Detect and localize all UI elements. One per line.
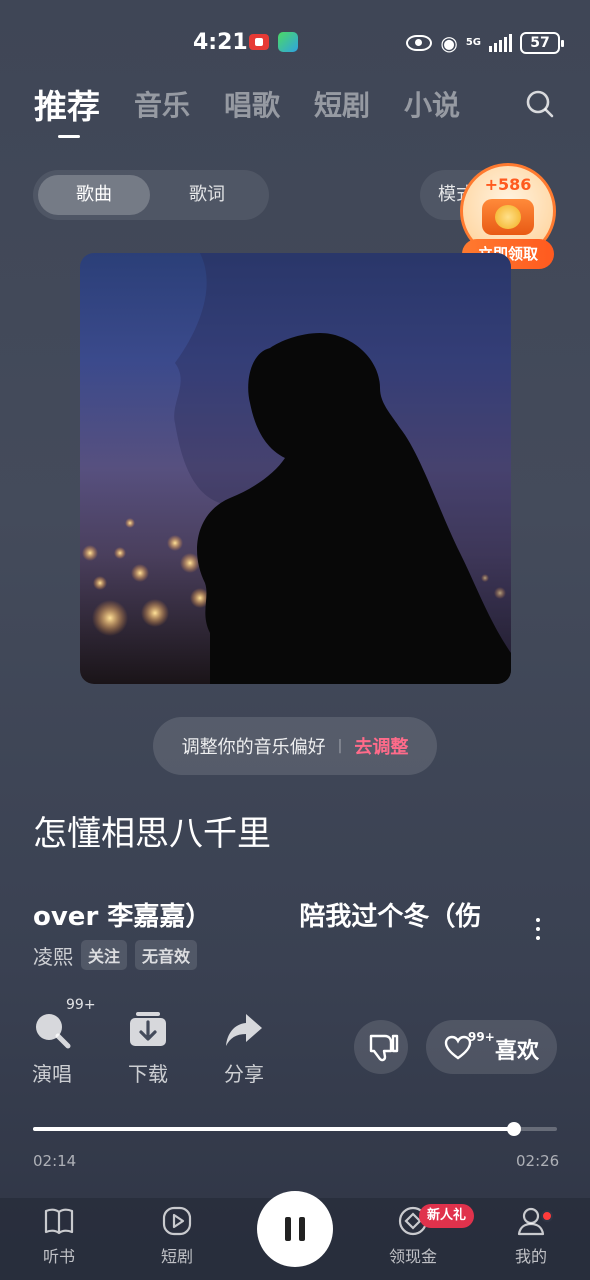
status-indicators: ◉ 5G 57 [406,30,564,56]
nav-mine-label: 我的 [514,1247,547,1266]
top-tabs: 推荐 音乐 唱歌 短剧 小说 [34,80,494,138]
nav-cash-label: 领现金 [388,1247,437,1266]
subtitle-segment: 陪我过个冬（伤 [299,902,482,932]
nav-audiobook[interactable]: 听书 [24,1205,94,1267]
newbie-gift-badge: 新人礼 [419,1204,475,1228]
sing-label: 演唱 [32,1062,72,1086]
share-button[interactable]: 分享 [214,1010,274,1087]
tab-sing[interactable]: 唱歌 [224,84,280,124]
book-icon [43,1205,75,1237]
progress-bar[interactable] [33,1122,557,1136]
total-time: 02:26 [516,1152,560,1170]
status-bar: 4:21 ◉ 5G 57 [0,0,590,80]
music-preference-pill[interactable]: 调整你的音乐偏好 | 去调整 [153,717,437,775]
preference-text: 调整你的音乐偏好 [181,737,326,758]
notification-dot [541,1210,553,1222]
more-options-icon[interactable] [530,918,546,948]
signal-icon [489,34,512,52]
adjust-link[interactable]: 去调整 [354,733,408,759]
subtitle-segment: over 李嘉嘉） [33,902,212,932]
tab-lyrics-view[interactable]: 歌词 [151,175,263,215]
song-subtitle-marquee: over 李嘉嘉） 陪我过个冬（伤 [33,896,523,940]
play-circle-icon [161,1205,193,1237]
screen-record-icon [249,34,269,50]
tab-song-view[interactable]: 歌曲 [38,175,150,215]
microphone-icon [32,1010,72,1050]
pause-icon [285,1217,291,1241]
network-type: 5G [465,37,481,48]
pause-button[interactable] [257,1191,333,1267]
tab-recommend[interactable]: 推荐 [34,80,100,138]
download-icon [128,1010,168,1050]
sing-button[interactable]: 演唱 [22,1010,82,1087]
tab-short-drama[interactable]: 短剧 [314,84,370,124]
progress-knob[interactable] [506,1122,521,1136]
nav-short-drama[interactable]: 短剧 [142,1205,212,1267]
song-title: 怎懂相思八千里 [33,814,271,854]
view-switch: 歌曲 歌词 [33,170,269,220]
app-notification-icon [278,32,298,52]
nav-mine[interactable]: 我的 [496,1205,566,1267]
artist-name[interactable]: 凌熙 [33,941,73,970]
battery-icon: 57 [520,32,564,54]
share-label: 分享 [224,1062,264,1086]
nav-short-drama-label: 短剧 [160,1247,193,1266]
like-label: 喜欢 [495,1039,540,1064]
current-time: 02:14 [33,1152,77,1170]
hotspot-icon: ◉ [440,31,458,55]
album-cover[interactable] [80,253,511,684]
download-label: 下载 [128,1062,168,1086]
share-icon [224,1010,264,1050]
reward-amount: +586 [484,175,532,194]
tab-music[interactable]: 音乐 [134,84,190,124]
sound-effect-button[interactable]: 无音效 [135,940,198,970]
download-button[interactable]: 下载 [118,1010,178,1087]
like-button[interactable]: 99+ 喜欢 [426,1020,557,1074]
progress-fill [33,1127,514,1131]
dislike-button[interactable] [354,1020,408,1074]
tab-novel[interactable]: 小说 [404,84,460,124]
follow-button[interactable]: 关注 [81,940,128,970]
status-time: 4:21 [193,30,248,55]
like-count: 99+ [468,1030,495,1044]
preference-separator: | [337,738,343,754]
eye-comfort-icon [406,35,433,51]
nav-audiobook-label: 听书 [42,1247,75,1266]
search-icon[interactable] [524,88,556,120]
thumbs-down-icon [369,1034,399,1062]
profile-icon [515,1205,547,1237]
coin-icon [482,199,534,235]
artist-row: 凌熙 关注 无音效 [33,940,198,970]
